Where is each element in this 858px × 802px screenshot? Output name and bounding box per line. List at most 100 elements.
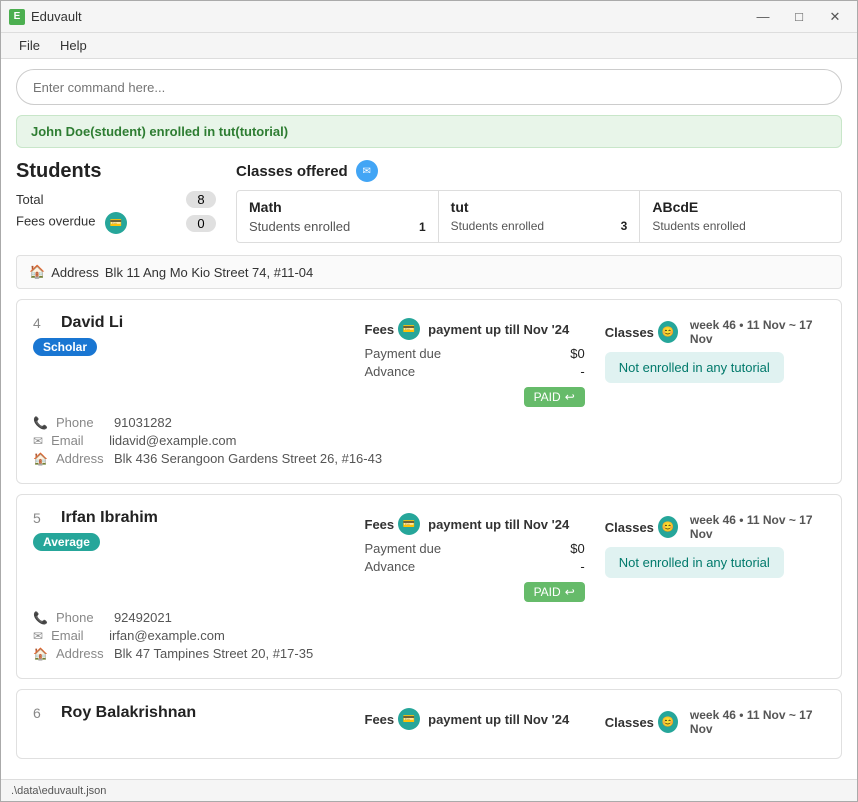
student-6-classes-label: Classes [605,715,654,730]
app-window: E Eduvault — □ ✕ File Help John Doe(stud… [0,0,858,802]
command-input[interactable] [16,69,842,105]
student-5-payment-label: Payment due [365,541,442,556]
class-name-abcde: ABcdE [652,199,829,215]
maximize-button[interactable]: □ [785,6,813,28]
student-5-classes-title: Classes 😊 week 46 • 11 Nov ~ 17 Nov [605,513,825,541]
student-4-email-label: Email [51,433,101,448]
student-5-advance-value: - [580,559,584,574]
window-controls: — □ ✕ [749,6,849,28]
student-5-advance-label: Advance [365,559,416,574]
student-5-phone-row: 📞 Phone 92492021 [33,610,825,625]
student-4-header: 4 David Li Scholar Fees 💳 payment up til… [33,314,825,407]
student-6-name: Roy Balakrishnan [61,704,196,722]
student-5-phone-label: Phone [56,610,106,625]
fees-overdue-icon: 💳 [105,212,127,234]
fees-overdue-value: 0 [186,215,216,232]
student-4-advance: Advance - [365,364,585,379]
status-path: .\data\eduvault.json [11,785,106,797]
close-button[interactable]: ✕ [821,6,849,28]
student-4-name: David Li [61,314,123,332]
student-6-header: 6 Roy Balakrishnan Fees 💳 payment up til… [33,704,825,742]
student-5-phone-value: 92492021 [114,610,172,625]
student-5-tag-label: Average [33,533,100,551]
email-icon-5: ✉ [33,629,43,643]
total-row: Total 8 [16,191,216,208]
student-5-fees-classes: Fees 💳 payment up till Nov '24 Payment d… [365,513,826,602]
address-label: Address [51,265,99,280]
student-4-email-row: ✉ Email lidavid@example.com [33,433,825,448]
student-5-address-row: 🏠 Address Blk 47 Tampines Street 20, #17… [33,646,825,661]
paid-arrow-icon: ↩ [565,390,575,404]
student-5-classes-box: Classes 😊 week 46 • 11 Nov ~ 17 Nov Not … [605,513,825,602]
student-5-email-value: irfan@example.com [109,628,225,643]
menu-bar: File Help [1,33,857,59]
students-summary: Students Total 8 Fees overdue 💳 0 [16,160,216,238]
class-enrolled-math: Students enrolled 1 [249,219,426,234]
student-5-left: 5 Irfan Ibrahim Average [33,509,158,551]
student-4-payment-value: $0 [570,346,584,361]
student-4-phone-label: Phone [56,415,106,430]
phone-icon-4: 📞 [33,416,48,430]
student-6-classes-box: Classes 😊 week 46 • 11 Nov ~ 17 Nov [605,708,825,742]
student-5-fees-label: Fees [365,517,395,532]
student-4-payment-due: Payment due $0 [365,346,585,361]
student-card-5: 5 Irfan Ibrahim Average Fees 💳 payment u… [16,494,842,679]
student-5-classes-icon: 😊 [658,516,678,538]
student-5-fees-period: payment up till Nov '24 [428,517,569,532]
student-6-left: 6 Roy Balakrishnan [33,704,196,722]
class-name-math: Math [249,199,426,215]
classes-section: Classes offered ✉ Math Students enrolled… [236,160,842,243]
student-4-paid-badge: PAID ↩ [524,387,585,407]
fees-overdue-row: Fees overdue 💳 0 [16,212,216,234]
student-6-classes-icon: 😊 [658,711,678,733]
math-enrolled-label: Students enrolled [249,219,350,234]
student-6-week-label: week 46 • 11 Nov ~ 17 Nov [690,708,825,736]
student-5-address-label: Address [56,646,106,661]
menu-help[interactable]: Help [50,36,97,55]
fees-overdue-label: Fees overdue 💳 [16,212,131,234]
address-icon: 🏠 [29,264,45,280]
fees-overdue-text: Fees overdue [16,214,96,229]
student-6-fees-label: Fees [365,712,395,727]
stats-section: Students Total 8 Fees overdue 💳 0 Classe… [16,160,842,243]
student-4-classes-icon: 😊 [658,321,678,343]
status-bar: .\data\eduvault.json [1,779,857,801]
student-5-advance: Advance - [365,559,585,574]
student-4-classes-title: Classes 😊 week 46 • 11 Nov ~ 17 Nov [605,318,825,346]
title-bar: E Eduvault — □ ✕ [1,1,857,33]
app-icon: E [9,9,25,25]
address-bar: 🏠 Address Blk 11 Ang Mo Kio Street 74, #… [16,255,842,289]
class-enrolled-tut: Students enrolled 3 [451,219,628,233]
app-title: Eduvault [31,9,749,24]
student-4-num: 4 [33,315,53,331]
student-4-classes-label: Classes [605,325,654,340]
address-icon-5: 🏠 [33,647,48,661]
student-4-phone-row: 📞 Phone 91031282 [33,415,825,430]
student-card-4: 4 David Li Scholar Fees 💳 payment up til… [16,299,842,484]
student-4-classes-box: Classes 😊 week 46 • 11 Nov ~ 17 Nov Not … [605,318,825,407]
classes-email-icon: ✉ [356,160,378,182]
address-value: Blk 11 Ang Mo Kio Street 74, #11-04 [105,265,313,280]
student-4-phone-value: 91031282 [114,415,172,430]
total-label: Total [16,192,43,207]
student-4-tag: Scholar [33,332,123,356]
student-5-not-enrolled: Not enrolled in any tutorial [605,547,784,578]
student-6-fees-icon: 💳 [398,708,420,730]
email-icon-4: ✉ [33,434,43,448]
total-value: 8 [186,191,216,208]
student-6-fees-classes: Fees 💳 payment up till Nov '24 Classes 😊… [365,708,826,742]
student-4-address-value: Blk 436 Serangoon Gardens Street 26, #16… [114,451,382,466]
classes-grid: Math Students enrolled 1 tut Students en… [236,190,842,243]
tut-enrolled-count: 3 [621,219,628,233]
student-6-num: 6 [33,705,53,721]
student-5-tag: Average [33,527,158,551]
student-4-fees-title: Fees 💳 payment up till Nov '24 [365,318,585,340]
student-5-name: Irfan Ibrahim [61,509,158,527]
abcde-enrolled-label: Students enrolled [652,219,745,233]
minimize-button[interactable]: — [749,6,777,28]
menu-file[interactable]: File [9,36,50,55]
math-enrolled-count: 1 [419,220,426,234]
student-5-classes-label: Classes [605,520,654,535]
paid-arrow-icon-5: ↩ [565,585,575,599]
classes-header: Classes offered ✉ [236,160,842,182]
